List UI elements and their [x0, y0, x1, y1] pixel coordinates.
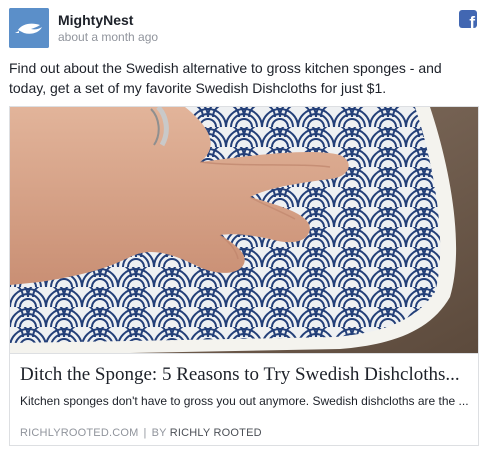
post-timestamp[interactable]: about a month ago [58, 30, 158, 44]
bird-logo-icon [9, 8, 49, 48]
byline-prefix: BY [151, 427, 167, 439]
facebook-post: MightyNest about a month ago f Find out … [0, 0, 488, 452]
dishcloth-photo [10, 107, 478, 353]
facebook-icon: f [459, 10, 477, 28]
link-preview-card[interactable]: Ditch the Sponge: 5 Reasons to Try Swedi… [9, 106, 479, 446]
post-header: MightyNest about a month ago f [9, 8, 479, 48]
link-preview-image[interactable] [10, 107, 478, 353]
link-source: RICHLYROOTED.COM | BY RICHLY ROOTED [20, 427, 262, 439]
link-title[interactable]: Ditch the Sponge: 5 Reasons to Try Swedi… [20, 364, 470, 386]
post-message: Find out about the Swedish alternative t… [9, 60, 442, 96]
link-author: RICHLY ROOTED [169, 427, 262, 439]
page-avatar[interactable] [9, 8, 49, 48]
link-preview-text[interactable]: Ditch the Sponge: 5 Reasons to Try Swedi… [10, 353, 478, 445]
page-name-link[interactable]: MightyNest [58, 12, 133, 28]
source-domain: RICHLYROOTED.COM [20, 427, 139, 439]
source-separator: | [143, 427, 147, 439]
link-description: Kitchen sponges don't have to gross you … [20, 394, 469, 408]
